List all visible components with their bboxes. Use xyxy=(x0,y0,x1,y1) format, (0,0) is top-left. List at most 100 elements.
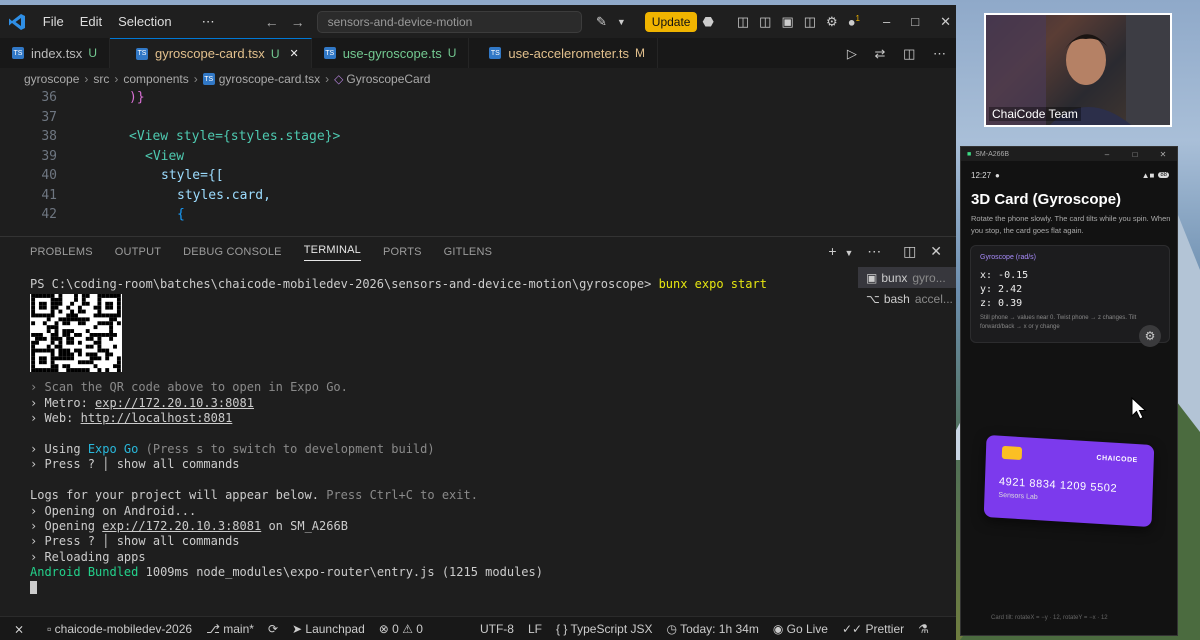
breadcrumb-item[interactable]: src xyxy=(93,72,109,86)
branch-status[interactable]: ⎇ main* xyxy=(206,622,254,636)
chevron-down-icon[interactable]: ▼ xyxy=(844,248,853,258)
tab-index-tsx[interactable]: TS index.tsx U xyxy=(0,38,110,68)
phone-screen[interactable]: 12:27 ● ▲■ 88 3D Card (Gyroscope) Rotate… xyxy=(961,165,1177,635)
terminal-line: › Using Expo Go (Press s to switch to de… xyxy=(30,442,850,457)
copilot-icon[interactable]: ✎ xyxy=(596,14,607,30)
close-icon[interactable]: ✕ xyxy=(940,14,951,30)
menu-file[interactable]: File xyxy=(35,14,72,29)
qr-module xyxy=(42,294,47,299)
qr-module xyxy=(31,313,36,318)
tab-problems[interactable]: PROBLEMS xyxy=(30,246,93,258)
tab-use-accelerometer-ts[interactable]: TS use-accelerometer.ts M xyxy=(469,38,659,68)
problems-status[interactable]: ⊗ 0 ⚠ 0 xyxy=(379,622,423,636)
breadcrumb-item[interactable]: components xyxy=(123,72,188,86)
time-tracker-status[interactable]: ◷ Today: 1h 34m xyxy=(667,622,759,636)
qr-module xyxy=(58,345,63,349)
breadcrumb-item[interactable]: gyroscope-card.tsx xyxy=(219,72,320,86)
line-number: 40 xyxy=(41,168,57,183)
breadcrumb-item[interactable]: gyroscope xyxy=(24,72,79,86)
qr-module xyxy=(97,337,102,342)
qr-module xyxy=(105,356,110,361)
breadcrumb-item[interactable]: GyroscopeCard xyxy=(346,72,430,86)
qr-module xyxy=(66,313,71,318)
eol-status[interactable]: LF xyxy=(528,622,542,636)
close-panel-icon[interactable]: ✕ xyxy=(930,243,942,259)
terminal-item-bunx[interactable]: ▣ bunx gyro... xyxy=(858,267,956,288)
qr-pattern xyxy=(31,294,121,373)
more-actions-icon[interactable]: ⋯ xyxy=(867,243,881,259)
settings-gear-icon[interactable]: ⚙ xyxy=(1139,325,1161,347)
layout-secondary-icon[interactable]: ◫ xyxy=(804,14,816,30)
qr-module xyxy=(54,356,59,361)
tab-gitlens[interactable]: GITLENS xyxy=(444,246,492,258)
close-icon[interactable]: ✕ xyxy=(1149,150,1177,159)
remote-icon[interactable]: ⨯ xyxy=(14,622,24,636)
qr-module xyxy=(66,356,71,361)
tab-output[interactable]: OUTPUT xyxy=(115,246,161,258)
qr-module xyxy=(77,368,82,373)
tab-label: index.tsx xyxy=(31,45,83,61)
bell-icon[interactable]: ⚗ xyxy=(918,622,929,636)
minimize-icon[interactable]: – xyxy=(1093,150,1121,159)
menu-selection[interactable]: Selection xyxy=(110,14,179,29)
qr-module xyxy=(66,368,71,373)
maximize-icon[interactable]: □ xyxy=(911,14,919,29)
settings-gear-icon[interactable]: ⚙ xyxy=(826,14,838,30)
qr-module xyxy=(46,313,51,318)
web-url-link[interactable]: http://localhost:8081 xyxy=(81,411,233,425)
split-editor-icon[interactable]: ◫ xyxy=(903,46,915,61)
tab-ports[interactable]: PORTS xyxy=(383,246,422,258)
qr-module xyxy=(38,333,43,338)
maximize-icon[interactable]: □ xyxy=(1121,150,1149,159)
menu-more[interactable]: ⋯ xyxy=(194,14,223,30)
go-live-status[interactable]: ◉ Go Live xyxy=(773,622,828,636)
compare-icon[interactable]: ⇄ xyxy=(875,46,886,61)
minimize-icon[interactable]: – xyxy=(883,14,890,29)
language-status[interactable]: { } TypeScript JSX xyxy=(556,622,653,636)
prettier-status[interactable]: ✓✓ Prettier xyxy=(842,622,904,636)
code-line: 38 <View style={styles.stage}> xyxy=(0,129,956,149)
update-button[interactable]: Update xyxy=(644,11,698,32)
new-terminal-icon[interactable]: + xyxy=(828,243,836,259)
maximize-panel-icon[interactable]: ◫ xyxy=(903,243,916,259)
qr-module xyxy=(50,309,55,314)
command-center-search[interactable]: sensors-and-device-motion xyxy=(316,10,582,33)
copilot-status-icon[interactable]: ⬣ xyxy=(702,14,713,30)
opening-url-link[interactable]: exp://172.20.10.3:8081 xyxy=(102,519,261,533)
qr-module xyxy=(77,333,82,338)
encoding-status[interactable]: UTF-8 xyxy=(480,622,514,636)
metro-url-link[interactable]: exp://172.20.10.3:8081 xyxy=(95,396,254,410)
gyro-y-value: y: 2.42 xyxy=(980,284,1023,295)
qr-module xyxy=(116,306,121,310)
layout-sidebar-icon[interactable]: ◫ xyxy=(737,14,749,30)
tab-terminal[interactable]: TERMINAL xyxy=(303,244,361,261)
tab-gyroscope-card-tsx[interactable]: TS gyroscope-card.tsx U ✕ xyxy=(109,38,312,68)
close-tab-icon[interactable]: ✕ xyxy=(289,47,298,60)
webcam-label: ChaiCode Team xyxy=(989,107,1081,121)
qr-module xyxy=(116,364,121,369)
layout-split-icon[interactable]: ◫ xyxy=(759,14,771,30)
terminal-output[interactable]: PS C:\coding-room\batches\chaicode-mobil… xyxy=(30,277,850,607)
code-editor[interactable]: 36)} 37 38 <View style={styles.stage}> 39… xyxy=(0,90,956,236)
qr-module xyxy=(35,368,39,373)
terminal-item-bash[interactable]: ⌥ bash accel... xyxy=(858,288,956,309)
launchpad-status[interactable]: ➤ Launchpad xyxy=(292,622,365,636)
tab-use-gyroscope-ts[interactable]: TS use-gyroscope.ts U xyxy=(312,38,470,68)
qr-module xyxy=(97,368,102,373)
tab-debug-console[interactable]: DEBUG CONSOLE xyxy=(183,246,282,258)
forward-arrow-icon[interactable]: → xyxy=(285,14,311,30)
run-icon[interactable]: ▷ xyxy=(847,46,857,61)
account-icon[interactable]: ●1 xyxy=(848,14,860,29)
layout-panel-icon[interactable]: ▣ xyxy=(781,14,793,30)
tab-label: use-accelerometer.ts xyxy=(508,45,630,61)
sync-icon[interactable]: ⟳ xyxy=(268,622,278,636)
more-actions-icon[interactable]: ⋯ xyxy=(933,46,946,61)
terminal-detail: accel... xyxy=(914,291,953,306)
qr-module xyxy=(93,364,98,369)
repo-status[interactable]: ▫ chaicode-mobiledev-2026 xyxy=(47,622,192,636)
chevron-right-icon: › xyxy=(325,72,330,86)
back-arrow-icon[interactable]: ← xyxy=(259,14,285,30)
menu-edit[interactable]: Edit xyxy=(72,14,110,29)
qr-module xyxy=(97,302,102,307)
chevron-down-icon[interactable]: ▼ xyxy=(617,17,626,27)
